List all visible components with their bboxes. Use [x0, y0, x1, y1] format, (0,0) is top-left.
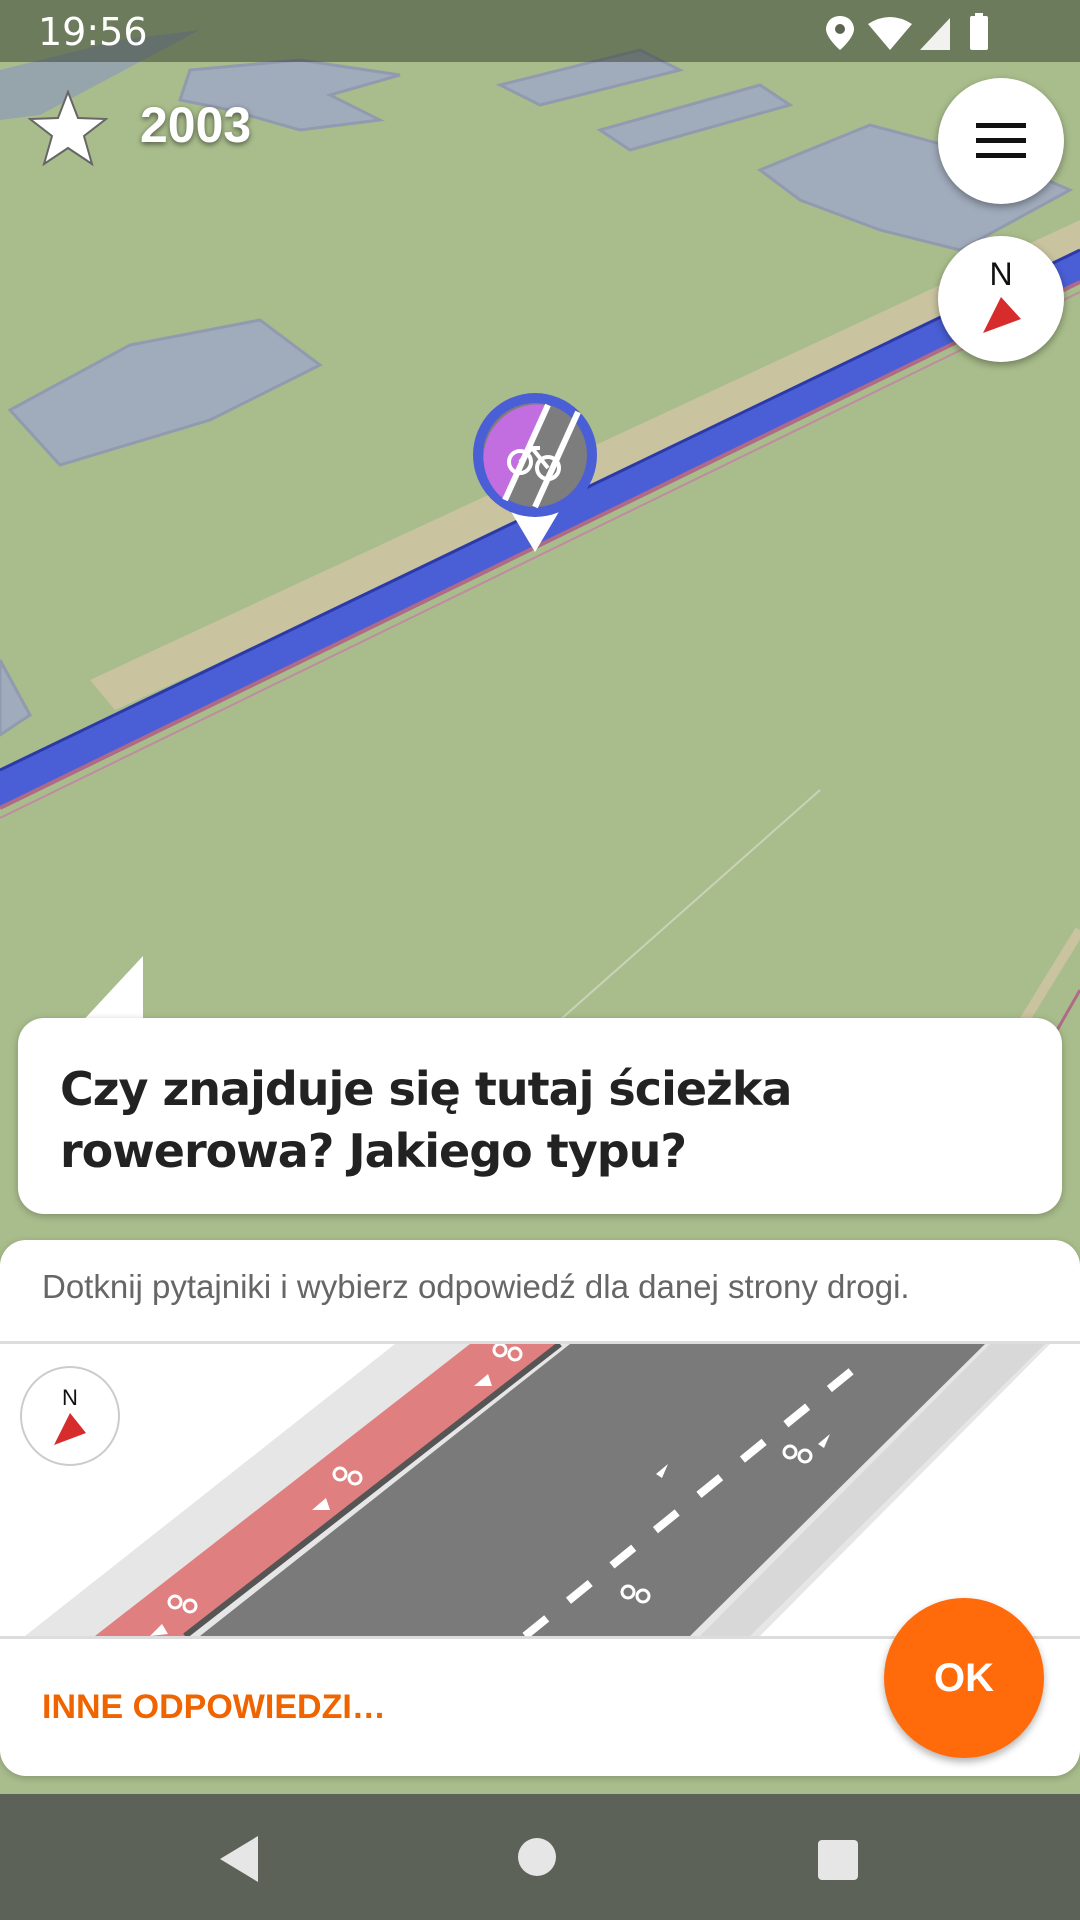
- signal-icon: [920, 18, 950, 50]
- ok-button[interactable]: OK: [884, 1598, 1044, 1758]
- recents-icon[interactable]: [818, 1840, 858, 1880]
- quest-hint: Dotknij pytajniki i wybierz odpowiedź dl…: [42, 1268, 910, 1305]
- status-bar: 19:56: [0, 0, 1080, 62]
- menu-icon: [976, 123, 1026, 158]
- star-count[interactable]: 2003: [140, 96, 251, 154]
- battery-icon: [970, 16, 988, 50]
- compass-button[interactable]: N: [938, 236, 1064, 362]
- street-compass-north-label: N: [62, 1385, 78, 1410]
- status-icons: [826, 13, 988, 50]
- compass-north-label: N: [989, 255, 1013, 292]
- location-icon: [826, 16, 854, 50]
- street-compass: N: [20, 1366, 120, 1466]
- status-time: 19:56: [38, 10, 148, 54]
- back-icon[interactable]: [218, 1834, 262, 1884]
- quest-question: Czy znajduje się tutaj ścieżka rowerowa?…: [60, 1062, 792, 1178]
- home-icon[interactable]: [518, 1838, 556, 1876]
- street-side-selector[interactable]: [0, 1344, 1080, 1636]
- compass-icon: [983, 296, 1021, 333]
- other-answers-button[interactable]: INNE ODPOWIEDZI…: [42, 1688, 386, 1727]
- bubble-tail: [78, 956, 143, 1026]
- star-icon[interactable]: [28, 88, 108, 168]
- menu-button[interactable]: [938, 78, 1064, 204]
- compass-icon: [54, 1413, 86, 1445]
- wifi-icon: [868, 17, 912, 50]
